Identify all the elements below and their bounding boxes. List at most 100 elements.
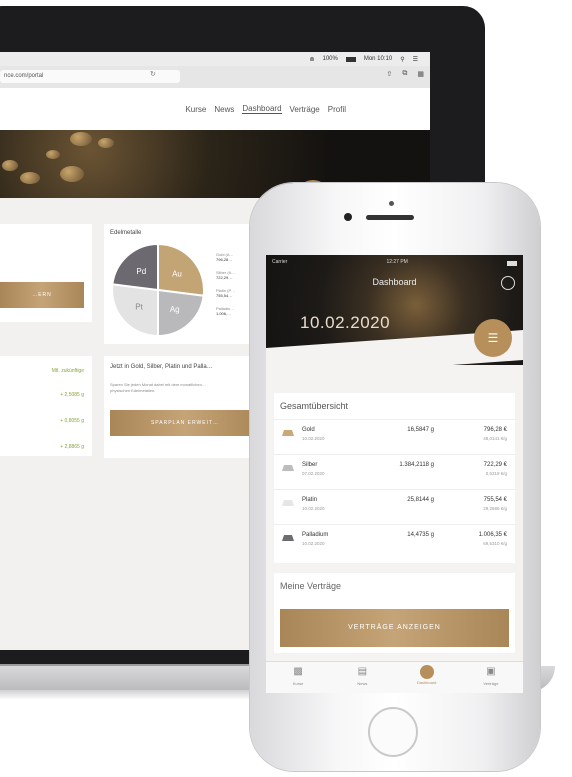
news-icon: ▤ <box>357 666 368 677</box>
card-left-bottom: Mtl. zukünftige + 2,5085 g + 0,8055 g + … <box>0 356 92 456</box>
list-value: + 0,8055 g <box>60 418 84 424</box>
metal-value: 1.006,35 € <box>478 532 507 538</box>
gold-nugget <box>20 172 40 184</box>
metal-date: 07.02.2020 <box>302 471 325 476</box>
list-value: + 2,8865 g <box>60 444 84 450</box>
list-value: + 2,5085 g <box>60 392 84 398</box>
contracts-title: Meine Verträge <box>280 581 342 591</box>
gold-bar-icon <box>282 430 294 436</box>
invest-text: physischen Edelmetallen. <box>110 388 156 393</box>
edelmetalle-card: Edelmetalle Au Ag Pt Pd Gold (A… 796,28… Si… <box>104 224 264 344</box>
site-nav: Kurse News Dashboard Verträge Profil <box>0 88 430 130</box>
battery-icon <box>507 261 517 266</box>
status-bar: Carrier 12:27 PM <box>272 259 517 269</box>
filter-button[interactable]: ☰ <box>474 319 512 357</box>
tab-vertraege[interactable]: ▣ Verträge <box>459 662 523 693</box>
invest-title: Jetzt in Gold, Silber, Platin und Palla… <box>110 364 213 370</box>
tab-label: Verträge <box>483 681 499 686</box>
left-action-button[interactable]: …ERN <box>0 282 84 308</box>
metal-value: 755,54 € <box>483 497 507 503</box>
metal-row-gold[interactable]: Gold 10.02.2020 16,5847 g 796,28 € 48,01… <box>274 419 515 454</box>
share-icon[interactable]: ⇧ <box>387 70 393 78</box>
app-title: Dashboard <box>372 277 417 287</box>
metal-name: Gold <box>302 427 315 433</box>
palladium-bar-icon <box>282 535 294 541</box>
iphone: Carrier 12:27 PM Dashboard 10.02.2020 ☰ … <box>250 183 540 771</box>
tab-dashboard[interactable]: Dashboard <box>395 662 459 693</box>
pie-slice <box>157 288 205 338</box>
metal-price: 29,2686 €/g <box>483 506 507 511</box>
metal-value: 722,29 € <box>483 462 507 468</box>
show-contracts-button[interactable]: VERTRÄGE ANZEIGEN <box>280 609 509 647</box>
metal-amount: 25,8144 g <box>407 497 434 503</box>
metal-pie-chart: Au Ag Pt Pd <box>111 242 205 338</box>
header-date: 10.02.2020 <box>300 313 391 332</box>
pie-slice-label: Pd <box>136 267 146 276</box>
metal-amount: 1.384,2118 g <box>399 462 434 468</box>
search-icon[interactable]: ⚲ <box>400 56 404 63</box>
tab-label: Kurse <box>292 681 304 686</box>
camera-icon <box>389 201 394 206</box>
pie-slice-label: Ag <box>170 305 180 314</box>
metal-date: 10.02.2020 <box>302 541 325 546</box>
pie-slice <box>111 242 159 292</box>
pie-slice-label: Pt <box>135 303 143 312</box>
metal-amount: 16,5847 g <box>407 427 434 433</box>
sparplan-button[interactable]: SPARPLAN ERWEIT… <box>110 410 260 436</box>
gold-nugget <box>46 150 60 159</box>
earpiece <box>366 215 414 220</box>
silver-bar-icon <box>282 465 294 471</box>
pie-slice-label: Au <box>172 269 182 278</box>
phone-screen: Carrier 12:27 PM Dashboard 10.02.2020 ☰ … <box>266 255 523 693</box>
list-icon[interactable]: ☰ <box>413 56 418 63</box>
wifi-icon: ⋒ <box>309 56 315 63</box>
metal-row-platin[interactable]: Platin 10.02.2020 25,8144 g 755,54 € 29,… <box>274 489 515 524</box>
tab-news[interactable]: ▤ News <box>330 662 394 693</box>
contracts-icon: ▣ <box>486 666 496 677</box>
gold-nugget <box>2 160 18 171</box>
metal-value: 796,28 € <box>483 427 507 433</box>
overview-card: Gesamtübersicht Gold 10.02.2020 16,5847 … <box>274 393 515 563</box>
metal-amount: 14,4735 g <box>407 532 434 538</box>
tabs-icon[interactable]: ⧉ <box>402 70 407 78</box>
reload-icon[interactable]: ↻ <box>150 70 156 78</box>
status-time: 12:27 PM <box>386 259 408 265</box>
battery-icon <box>345 56 356 62</box>
contracts-card: Meine Verträge VERTRÄGE ANZEIGEN <box>274 573 515 653</box>
metal-date: 10.02.2020 <box>302 506 325 511</box>
nav-profil[interactable]: Profil <box>328 105 346 114</box>
metal-row-palladium[interactable]: Palladium 10.02.2020 14,4735 g 1.006,35 … <box>274 524 515 559</box>
tab-label: Dashboard <box>416 680 437 685</box>
sidebar-icon[interactable]: ▦ <box>417 70 424 78</box>
gold-nugget <box>60 166 84 182</box>
metal-row-silber[interactable]: Silber 07.02.2020 1.384,2118 g 722,29 € … <box>274 454 515 489</box>
tab-bar: ▩ Kurse ▤ News Dashboard ▣ Verträge <box>266 661 523 693</box>
metal-name: Palladium <box>302 532 329 538</box>
carrier: Carrier <box>272 259 288 265</box>
tab-kurse[interactable]: ▩ Kurse <box>266 662 330 693</box>
list-header: Mtl. zukünftige <box>51 368 84 374</box>
nav-news[interactable]: News <box>214 105 234 114</box>
metal-price: 0,5218 €/g <box>485 471 507 476</box>
tab-label: News <box>357 681 368 686</box>
edelmetalle-title: Edelmetalle <box>110 230 142 236</box>
front-camera <box>344 213 352 221</box>
metal-date: 10.02.2020 <box>302 436 325 441</box>
nav-vertraege[interactable]: Verträge <box>290 105 320 114</box>
browser-toolbar: nce.com/portal ↻ ⇧ ⧉ ▦ <box>0 66 430 89</box>
invest-card: Jetzt in Gold, Silber, Platin und Palla…… <box>104 356 264 458</box>
nav-kurse[interactable]: Kurse <box>185 105 206 114</box>
invest-text: Sparen Sie jeden Monat dabei mit dem mon… <box>110 382 206 387</box>
card-left-top: …ERN <box>0 224 92 322</box>
gold-nugget <box>98 138 114 148</box>
user-icon[interactable] <box>501 276 515 290</box>
home-button[interactable] <box>368 707 418 757</box>
overview-title: Gesamtübersicht <box>280 401 349 411</box>
battery-status: 100% <box>322 56 338 62</box>
nav-dashboard[interactable]: Dashboard <box>242 104 282 114</box>
dashboard-icon <box>419 665 434 679</box>
clock: Mon 10:10 <box>363 56 393 62</box>
chart-icon: ▩ <box>293 666 303 677</box>
platinum-bar-icon <box>282 500 294 506</box>
mac-menubar: ⋒ 100% Mon 10:10 ⚲ ☰ <box>0 52 430 66</box>
